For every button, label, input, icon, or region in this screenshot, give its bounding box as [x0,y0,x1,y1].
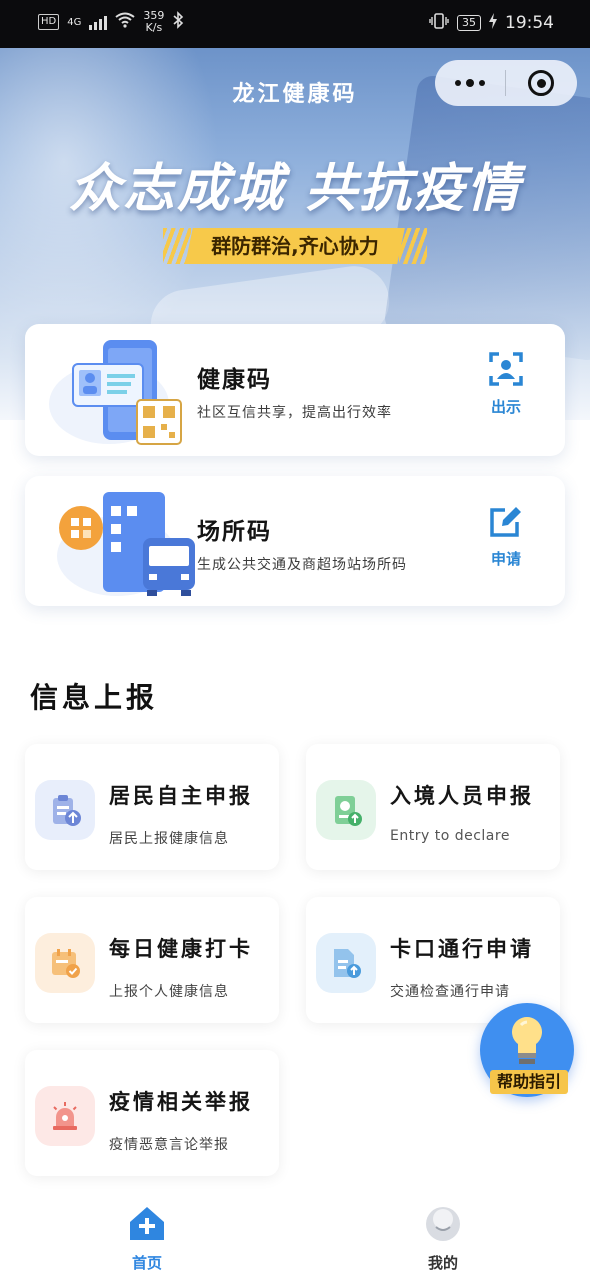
item-title: 疫情相关举报 [109,1089,253,1114]
ribbon-text: 群防群治,齐心协力 [211,234,379,258]
status-left: HD 4G 359 K/s [38,10,184,34]
speed-unit: K/s [145,21,163,34]
apply-place-code-button[interactable]: 申请 [471,504,541,569]
scan-face-icon [489,352,523,386]
item-subtitle: Entry to declare [390,828,510,844]
tab-mine[interactable]: 我的 [383,1204,503,1273]
apply-label: 申请 [490,550,521,568]
item-subtitle: 上报个人健康信息 [109,984,229,1000]
miniprogram-capsule [435,60,577,106]
signal-icon [89,14,108,30]
hd-badge: HD [38,14,60,30]
show-label: 出示 [490,398,521,416]
vibrate-icon [429,12,449,34]
tab-home-label: 首页 [131,1254,162,1272]
item-title: 居民自主申报 [109,783,253,808]
edit-icon [490,507,521,537]
calendar-check-icon [35,933,95,993]
item-subtitle: 交通检查通行申请 [390,984,510,1000]
clipboard-upload-icon [35,780,95,840]
bottom-tab-bar: 首页 我的 [0,1198,590,1278]
item-subtitle: 疫情恶意言论举报 [109,1137,229,1153]
health-code-title: 健康码 [197,366,272,393]
lightbulb-icon [512,1017,542,1064]
bluetooth-icon [172,11,184,33]
home-icon [130,1207,164,1240]
hero-slogan: 众志成城 共抗疫情 [68,159,522,219]
document-upload-icon [316,933,376,993]
daily-health-checkin-item[interactable]: 每日健康打卡 上报个人健康信息 [25,897,279,1023]
status-right: 35 19:54 [429,12,554,34]
hero-ribbon: 群防群治,齐心协力 [163,228,427,264]
tab-mine-label: 我的 [427,1254,458,1272]
epidemic-report-item[interactable]: 疫情相关举报 疫情恶意言论举报 [25,1050,279,1176]
profile-icon [426,1207,460,1241]
place-code-subtitle: 生成公共交通及商超场站场所码 [197,557,407,573]
item-title: 卡口通行申请 [390,936,534,961]
item-subtitle: 居民上报健康信息 [109,831,229,847]
health-code-illustration-icon [49,340,182,445]
item-title: 每日健康打卡 [109,936,253,961]
place-code-card[interactable]: 场所码 生成公共交通及商超场站场所码 申请 [25,476,565,606]
help-guide-button[interactable]: 帮助指引 [480,1003,574,1097]
place-code-title: 场所码 [197,518,272,545]
place-code-illustration-icon [57,492,195,596]
net-speed: 359 K/s [143,10,164,34]
health-code-card[interactable]: 健康码 社区互信共享，提高出行效率 出示 [25,324,565,456]
health-code-subtitle: 社区互信共享，提高出行效率 [197,405,392,421]
item-title: 入境人员申报 [390,783,534,808]
show-health-code-button[interactable]: 出示 [471,352,541,417]
tab-home[interactable]: 首页 [87,1204,207,1273]
help-guide-label: 帮助指引 [490,1070,568,1094]
alarm-light-icon [35,1086,95,1146]
close-target-icon[interactable] [506,60,576,106]
passport-upload-icon [316,780,376,840]
more-icon[interactable] [435,60,505,106]
battery-indicator: 35 [457,15,481,31]
charging-icon [489,13,497,33]
network-type: 4G [67,16,82,28]
wifi-icon [115,12,135,32]
entry-personnel-report-item[interactable]: 入境人员申报 Entry to declare [306,744,560,870]
status-bar: HD 4G 359 K/s 35 19:54 [0,0,590,48]
clock: 19:54 [505,13,554,33]
info-report-heading: 信息上报 [30,681,159,714]
resident-self-report-item[interactable]: 居民自主申报 居民上报健康信息 [25,744,279,870]
